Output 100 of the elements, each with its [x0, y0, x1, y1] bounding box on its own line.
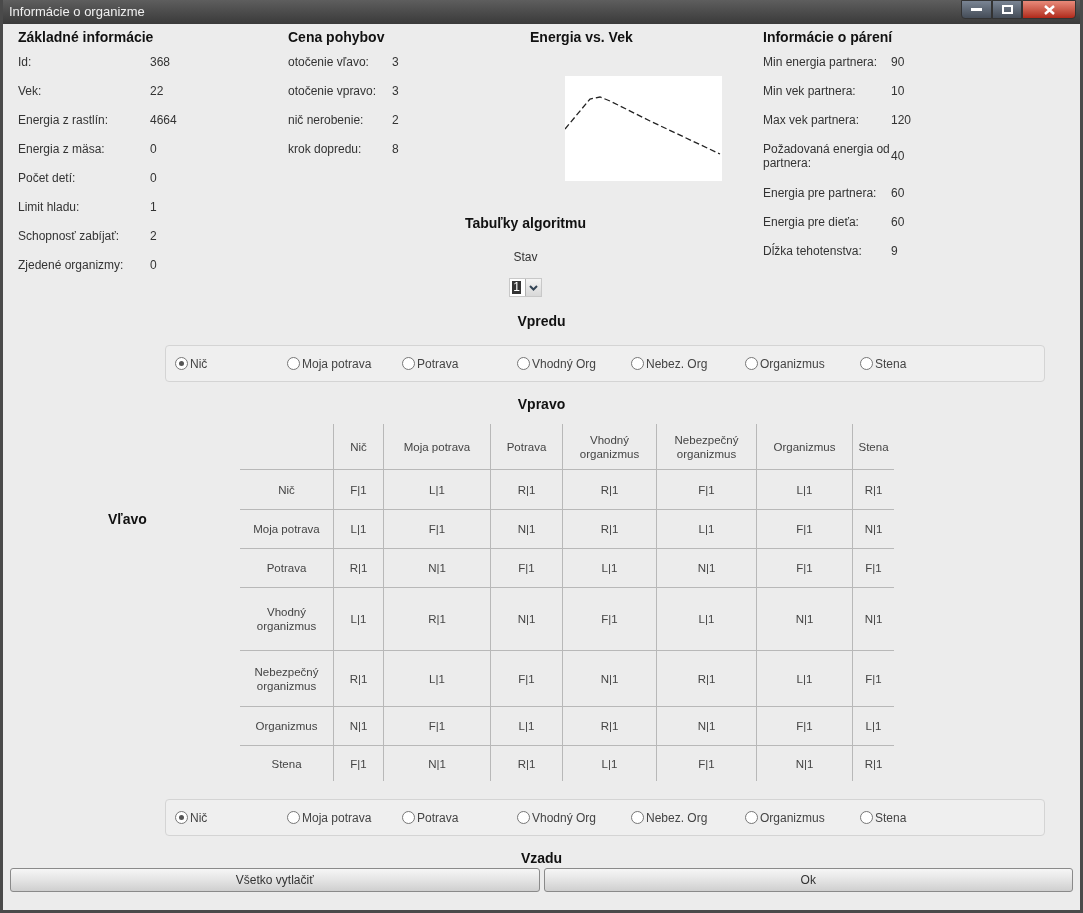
radio-button[interactable]: [175, 811, 188, 824]
field-value: 120: [891, 111, 912, 129]
radio-button[interactable]: [402, 811, 415, 824]
column-header: Nebezpečný organizmus: [656, 424, 756, 469]
field-value: 40: [891, 148, 905, 165]
field-value: 22: [150, 82, 164, 100]
dialog-button[interactable]: Všetko vytlačiť: [10, 868, 540, 892]
column-header: Moja potrava: [383, 424, 490, 469]
radio-button[interactable]: [860, 811, 873, 824]
radio-button[interactable]: [287, 357, 300, 370]
row-header: Nič: [240, 469, 333, 509]
section-label: Vľavo: [108, 510, 148, 529]
table-cell: N|1: [756, 587, 852, 650]
column-header: Organizmus: [756, 424, 852, 469]
maximize-icon: [1001, 5, 1013, 14]
radio-label[interactable]: Moja potrava: [302, 354, 372, 373]
table-cell: F|1: [383, 509, 490, 548]
field-value: 0: [150, 256, 157, 274]
table-cell: L|1: [333, 509, 383, 548]
radio-button[interactable]: [175, 357, 188, 370]
dialog-button[interactable]: Ok: [543, 868, 1073, 892]
field-label: krok dopredu:: [288, 141, 363, 156]
radio-button[interactable]: [517, 357, 530, 370]
field-label: Min energia partnera:: [763, 54, 879, 69]
radio-button[interactable]: [631, 357, 644, 370]
row-header: Moja potrava: [240, 509, 333, 548]
field-label: Max vek partnera:: [763, 112, 861, 127]
field-value: 60: [891, 213, 905, 231]
table-cell: L|1: [562, 745, 656, 781]
minimize-button[interactable]: [961, 0, 992, 19]
field-label: Vek:: [18, 83, 43, 98]
section-heading: Informácie o párení: [763, 28, 894, 47]
radio-label[interactable]: Stena: [875, 354, 907, 373]
field-label: Energia z mäsa:: [18, 141, 106, 156]
field-label: Limit hladu:: [18, 199, 81, 214]
field-label: Energia pre partnera:: [763, 185, 878, 200]
table-cell: R|1: [333, 650, 383, 706]
radio-label[interactable]: Nebez. Org: [646, 808, 708, 827]
table-cell: L|1: [756, 469, 852, 509]
field-value: 90: [891, 53, 905, 71]
table-cell: R|1: [852, 745, 894, 781]
radio-button[interactable]: [745, 357, 758, 370]
column-header: Nič: [333, 424, 383, 469]
maximize-button[interactable]: [992, 0, 1022, 19]
radio-label[interactable]: Organizmus: [760, 808, 825, 827]
table-cell: F|1: [490, 548, 562, 587]
table-cell: N|1: [852, 509, 894, 548]
table-cell: N|1: [852, 587, 894, 650]
field-label: Energia pre dieťa:: [763, 214, 860, 229]
table-cell: N|1: [656, 548, 756, 587]
field-label: otočenie vľavo:: [288, 54, 370, 69]
radio-label[interactable]: Nebez. Org: [646, 354, 708, 373]
table-cell: F|1: [333, 745, 383, 781]
radio-label[interactable]: Stena: [875, 808, 907, 827]
field-value: 368: [150, 53, 171, 71]
radio-button[interactable]: [745, 811, 758, 824]
radio-label[interactable]: Moja potrava: [302, 808, 372, 827]
field-value: 2: [392, 111, 399, 129]
radio-label[interactable]: Nič: [190, 354, 208, 373]
radio-label[interactable]: Potrava: [417, 354, 459, 373]
table-cell: L|1: [656, 587, 756, 650]
close-button[interactable]: [1022, 0, 1076, 19]
field-value: 4664: [150, 111, 177, 129]
row-header: Organizmus: [240, 706, 333, 745]
radio-label[interactable]: Potrava: [417, 808, 459, 827]
field-label: Energia z rastlín:: [18, 112, 110, 127]
radio-button[interactable]: [631, 811, 644, 824]
section-label: Vzadu: [520, 849, 563, 868]
field-value: 8: [392, 140, 399, 158]
radio-label[interactable]: Vhodný Org: [532, 808, 597, 827]
radio-label[interactable]: Organizmus: [760, 354, 825, 373]
field-label: Id:: [18, 54, 33, 69]
table-cell: F|1: [490, 650, 562, 706]
chart-title: Energia vs. Vek: [530, 28, 634, 47]
table-cell: R|1: [852, 469, 894, 509]
minimize-icon: [971, 7, 982, 12]
field-value: 2: [150, 227, 157, 245]
table-cell: R|1: [562, 706, 656, 745]
radio-label[interactable]: Nič: [190, 808, 208, 827]
field-label: Počet detí:: [18, 170, 77, 185]
radio-label[interactable]: Vhodný Org: [532, 354, 597, 373]
table-cell: F|1: [756, 548, 852, 587]
row-header: Vhodný organizmus: [240, 587, 333, 650]
chevron-down-icon: [528, 284, 538, 291]
table-cell: L|1: [562, 548, 656, 587]
table-cell: N|1: [383, 745, 490, 781]
field-value: 0: [150, 169, 157, 187]
radio-button[interactable]: [402, 357, 415, 370]
section-heading: Cena pohybov: [288, 28, 386, 47]
table-cell: R|1: [562, 469, 656, 509]
field-value: 1: [150, 198, 157, 216]
radio-button[interactable]: [517, 811, 530, 824]
table-cell: F|1: [656, 745, 756, 781]
radio-button[interactable]: [287, 811, 300, 824]
radio-button[interactable]: [860, 357, 873, 370]
table-cell: F|1: [333, 469, 383, 509]
table-cell: F|1: [656, 469, 756, 509]
section-label: Vpravo: [517, 395, 566, 412]
state-select[interactable]: 1: [509, 278, 542, 297]
row-header: Nebezpečný organizmus: [240, 650, 333, 706]
